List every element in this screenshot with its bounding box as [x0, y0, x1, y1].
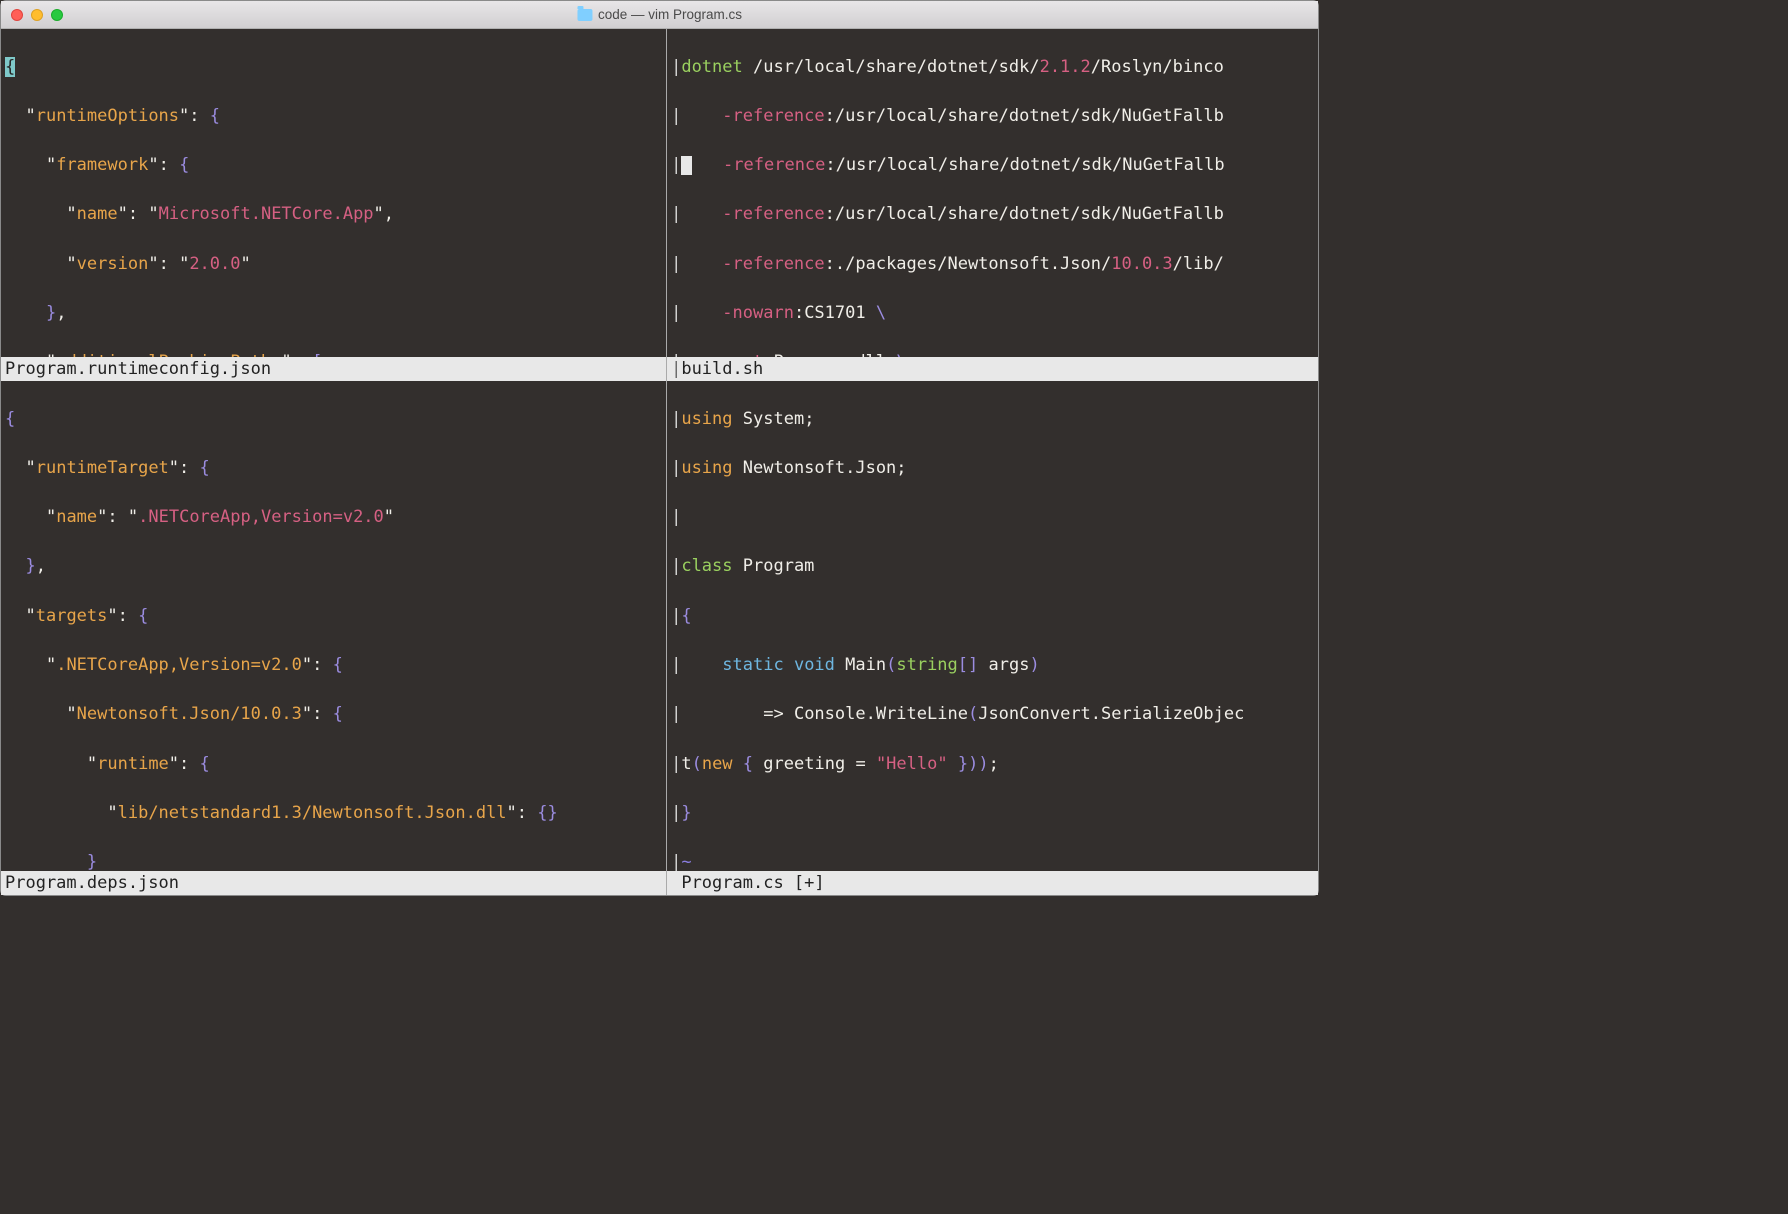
- pane-deps[interactable]: { "runtimeTarget": { "name": ".NETCoreAp…: [1, 381, 666, 895]
- minimize-icon[interactable]: [31, 9, 43, 21]
- buffer-runtimeconfig[interactable]: { "runtimeOptions": { "framework": { "na…: [1, 29, 666, 357]
- editor-splits: { "runtimeOptions": { "framework": { "na…: [1, 29, 1318, 895]
- close-icon[interactable]: [11, 9, 23, 21]
- folder-icon: [577, 9, 592, 21]
- pane-runtimeconfig[interactable]: { "runtimeOptions": { "framework": { "na…: [1, 29, 666, 381]
- zoom-icon[interactable]: [51, 9, 63, 21]
- statusline-build: |build.sh: [667, 357, 1318, 381]
- buffer-build[interactable]: |dotnet /usr/local/share/dotnet/sdk/2.1.…: [667, 29, 1318, 357]
- statusline-runtimeconfig: Program.runtimeconfig.json: [1, 357, 666, 381]
- cursor-icon: [681, 156, 692, 175]
- buffer-program[interactable]: |using System; |using Newtonsoft.Json; |…: [667, 381, 1318, 871]
- window-title-text: code — vim Program.cs: [598, 5, 742, 25]
- pane-build[interactable]: |dotnet /usr/local/share/dotnet/sdk/2.1.…: [666, 29, 1318, 381]
- statusline-program: Program.cs [+]: [667, 871, 1318, 895]
- window-title: code — vim Program.cs: [577, 5, 742, 25]
- traffic-lights: [11, 9, 63, 21]
- statusline-deps: Program.deps.json: [1, 871, 666, 895]
- window-titlebar: code — vim Program.cs: [1, 1, 1318, 29]
- pane-program[interactable]: |using System; |using Newtonsoft.Json; |…: [666, 381, 1318, 895]
- buffer-deps[interactable]: { "runtimeTarget": { "name": ".NETCoreAp…: [1, 381, 666, 871]
